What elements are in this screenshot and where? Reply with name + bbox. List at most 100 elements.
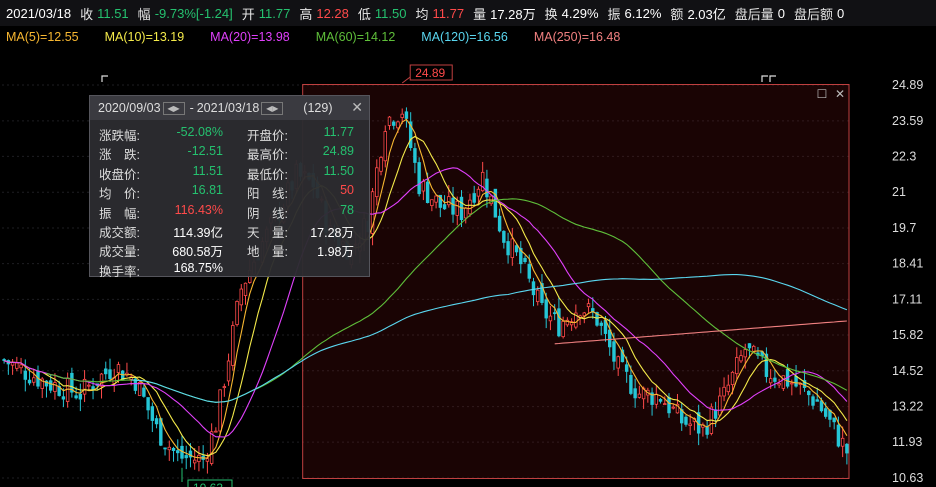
candle-body <box>78 393 83 400</box>
candle-body <box>154 418 159 425</box>
candle-body <box>726 384 731 393</box>
candle-body <box>548 315 553 322</box>
volume-label: 量 <box>473 6 487 22</box>
stat-label: 换手率: <box>99 264 140 279</box>
range-header: 2020/09/03 ◀▶ - 2021/03/18 ◀▶ (129) ✕ <box>90 96 369 120</box>
candle-body <box>663 403 667 406</box>
candle-body <box>379 157 383 172</box>
candle-body <box>819 400 824 412</box>
candle-body <box>243 282 248 296</box>
candle-body <box>730 371 735 386</box>
candle-body <box>235 300 239 325</box>
ma-legend-item: MA(120)=16.56 <box>421 30 508 44</box>
candle-body <box>747 343 752 349</box>
y-tick-label: 21 <box>892 185 906 199</box>
candle-body <box>400 113 404 118</box>
candle-body <box>476 188 481 197</box>
after-volume-value: 0 <box>777 5 785 21</box>
stat-value: 78 <box>340 202 354 217</box>
candle-body <box>387 116 392 126</box>
candle-body <box>722 386 726 397</box>
amount-label: 额 <box>670 6 684 22</box>
candle-body <box>608 329 612 348</box>
stat-label: 阴 线: <box>247 206 288 221</box>
y-tick-label: 11.93 <box>892 435 922 449</box>
candle-body <box>27 379 32 384</box>
candle-body <box>705 426 709 435</box>
high-label: 高 <box>299 6 313 22</box>
stat-value: -12.51 <box>187 144 223 159</box>
candle-body <box>146 397 150 411</box>
corner-marker <box>101 75 108 82</box>
candle-body <box>544 299 548 319</box>
candle-body <box>222 386 227 389</box>
candle-body <box>396 121 400 129</box>
ma-legend-item: MA(20)=13.98 <box>210 30 290 44</box>
candle-body <box>502 230 506 243</box>
candle-body <box>108 369 112 379</box>
range-start: 2020/09/03 <box>98 101 161 115</box>
start-stepper-icon[interactable]: ◀▶ <box>162 101 185 115</box>
stat-label: 最低价: <box>247 167 288 182</box>
y-tick-label: 24.89 <box>892 78 923 92</box>
low-annotation-label: 10.63 <box>193 481 223 487</box>
candle-body <box>637 393 642 398</box>
candle-body <box>413 148 417 163</box>
candle-body <box>48 380 53 391</box>
candle-body <box>688 423 692 426</box>
maximize-icon[interactable]: ☐ <box>816 88 828 100</box>
range-stats-panel[interactable]: 2020/09/03 ◀▶ - 2021/03/18 ◀▶ (129) ✕ 涨跌… <box>89 95 370 279</box>
candle-body <box>616 356 620 369</box>
candle-body <box>684 416 688 425</box>
y-tick-label: 10.63 <box>892 471 923 485</box>
range-count: (129) <box>303 101 333 115</box>
candle-body <box>10 362 15 366</box>
stat-label: 涨跌幅: <box>99 129 140 143</box>
candle-body <box>612 341 616 362</box>
candle-body <box>142 387 146 397</box>
candle-body <box>116 364 121 373</box>
stat-value: 114.39亿 <box>173 226 223 240</box>
high-value: 12.28 <box>316 5 349 21</box>
candle-body <box>815 399 819 402</box>
candle-body <box>823 408 828 417</box>
candle-body <box>104 368 108 375</box>
candle-body <box>561 320 565 338</box>
candle-body <box>421 181 426 192</box>
candle-body <box>739 355 743 362</box>
stat-label: 最高价: <box>247 148 288 163</box>
candle-body <box>794 375 798 387</box>
range-separator: - <box>189 101 194 115</box>
quote-date: 2021/03/18 <box>6 5 72 21</box>
low-value: 11.50 <box>374 5 407 21</box>
candle-body <box>510 238 515 258</box>
stat-value: 11.77 <box>323 125 354 139</box>
candle-body <box>447 196 451 206</box>
ma-legend-item: MA(250)=16.48 <box>533 30 621 44</box>
candle-body <box>226 360 231 382</box>
end-stepper-icon[interactable]: ◀▶ <box>261 101 284 115</box>
candle-body <box>455 200 459 216</box>
candle-body <box>176 450 180 454</box>
candle-body <box>497 215 502 232</box>
candle-body <box>239 288 243 306</box>
candle-body <box>629 374 633 394</box>
candle-body <box>523 257 527 263</box>
close-selection-icon[interactable]: ✕ <box>834 88 846 100</box>
high-annotation-label: 24.89 <box>415 66 445 80</box>
candle-body <box>654 393 659 405</box>
candle-body <box>61 396 66 400</box>
ma-legend-item: MA(5)=12.55 <box>6 30 79 44</box>
high-annotation-pointer <box>401 76 411 84</box>
after-volume-label: 盘后量 <box>734 6 774 22</box>
candle-body <box>552 312 557 315</box>
y-tick-label: 19.7 <box>892 221 916 235</box>
close-icon[interactable]: ✕ <box>351 99 363 116</box>
stat-value: 16.81 <box>191 183 223 198</box>
stat-label: 阳 线: <box>247 187 288 202</box>
candle-body <box>214 430 218 433</box>
candle-body <box>87 384 91 387</box>
candle-body <box>464 207 468 219</box>
open-value: 11.77 <box>258 5 291 21</box>
candle-body <box>32 377 36 383</box>
